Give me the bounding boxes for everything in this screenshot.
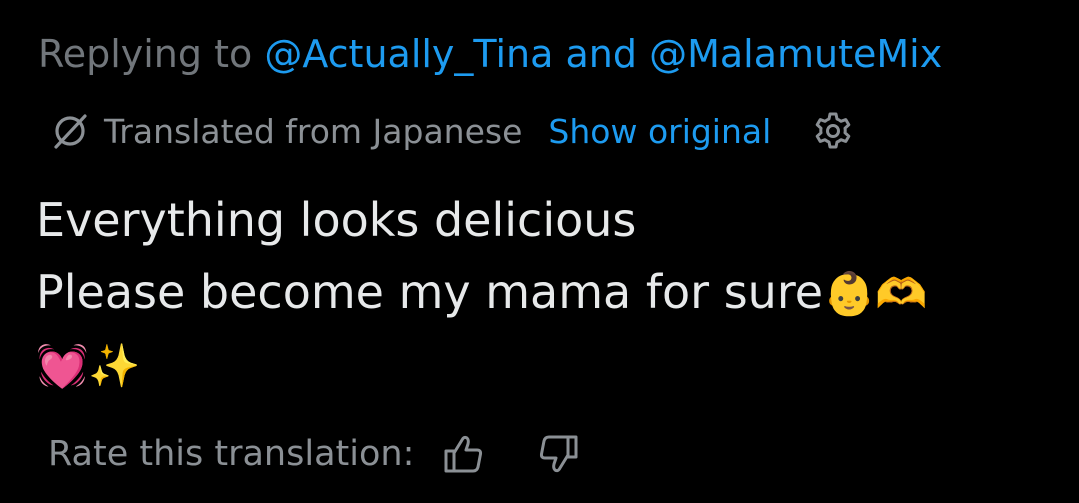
- mention-malamutemix[interactable]: @MalamuteMix: [649, 32, 942, 76]
- translated-from-label: Translated from Japanese: [104, 111, 523, 151]
- mention-actually-tina[interactable]: @Actually_Tina: [264, 32, 553, 76]
- gear-icon[interactable]: [811, 109, 855, 153]
- baby-heart-hands-emoji: 👶🫶: [823, 269, 928, 318]
- thumbs-down-icon[interactable]: [534, 430, 582, 478]
- rate-translation-label: Rate this translation:: [48, 434, 415, 474]
- thumbs-up-icon[interactable]: [440, 430, 488, 478]
- rate-translation-bar: Rate this translation:: [48, 428, 582, 480]
- tweet-line-2: Please become my mama for sure👶🫶: [36, 256, 1036, 330]
- show-original-link[interactable]: Show original: [548, 112, 771, 151]
- tweet-line-2-text: Please become my mama for sure: [36, 265, 824, 319]
- replying-to-line: Replying to @Actually_Tina and @Malamute…: [38, 30, 942, 78]
- tweet-line-1: Everything looks delicious: [36, 193, 637, 247]
- translate-slash-icon: [48, 109, 92, 153]
- replying-to-label: Replying to: [38, 32, 253, 76]
- translation-bar: Translated from Japanese Show original: [48, 106, 855, 156]
- tweet-body: Everything looks delicious Please become…: [36, 184, 1036, 402]
- mention-joiner: and: [565, 32, 638, 76]
- tweet-line-3-emoji: 💓✨: [36, 341, 141, 390]
